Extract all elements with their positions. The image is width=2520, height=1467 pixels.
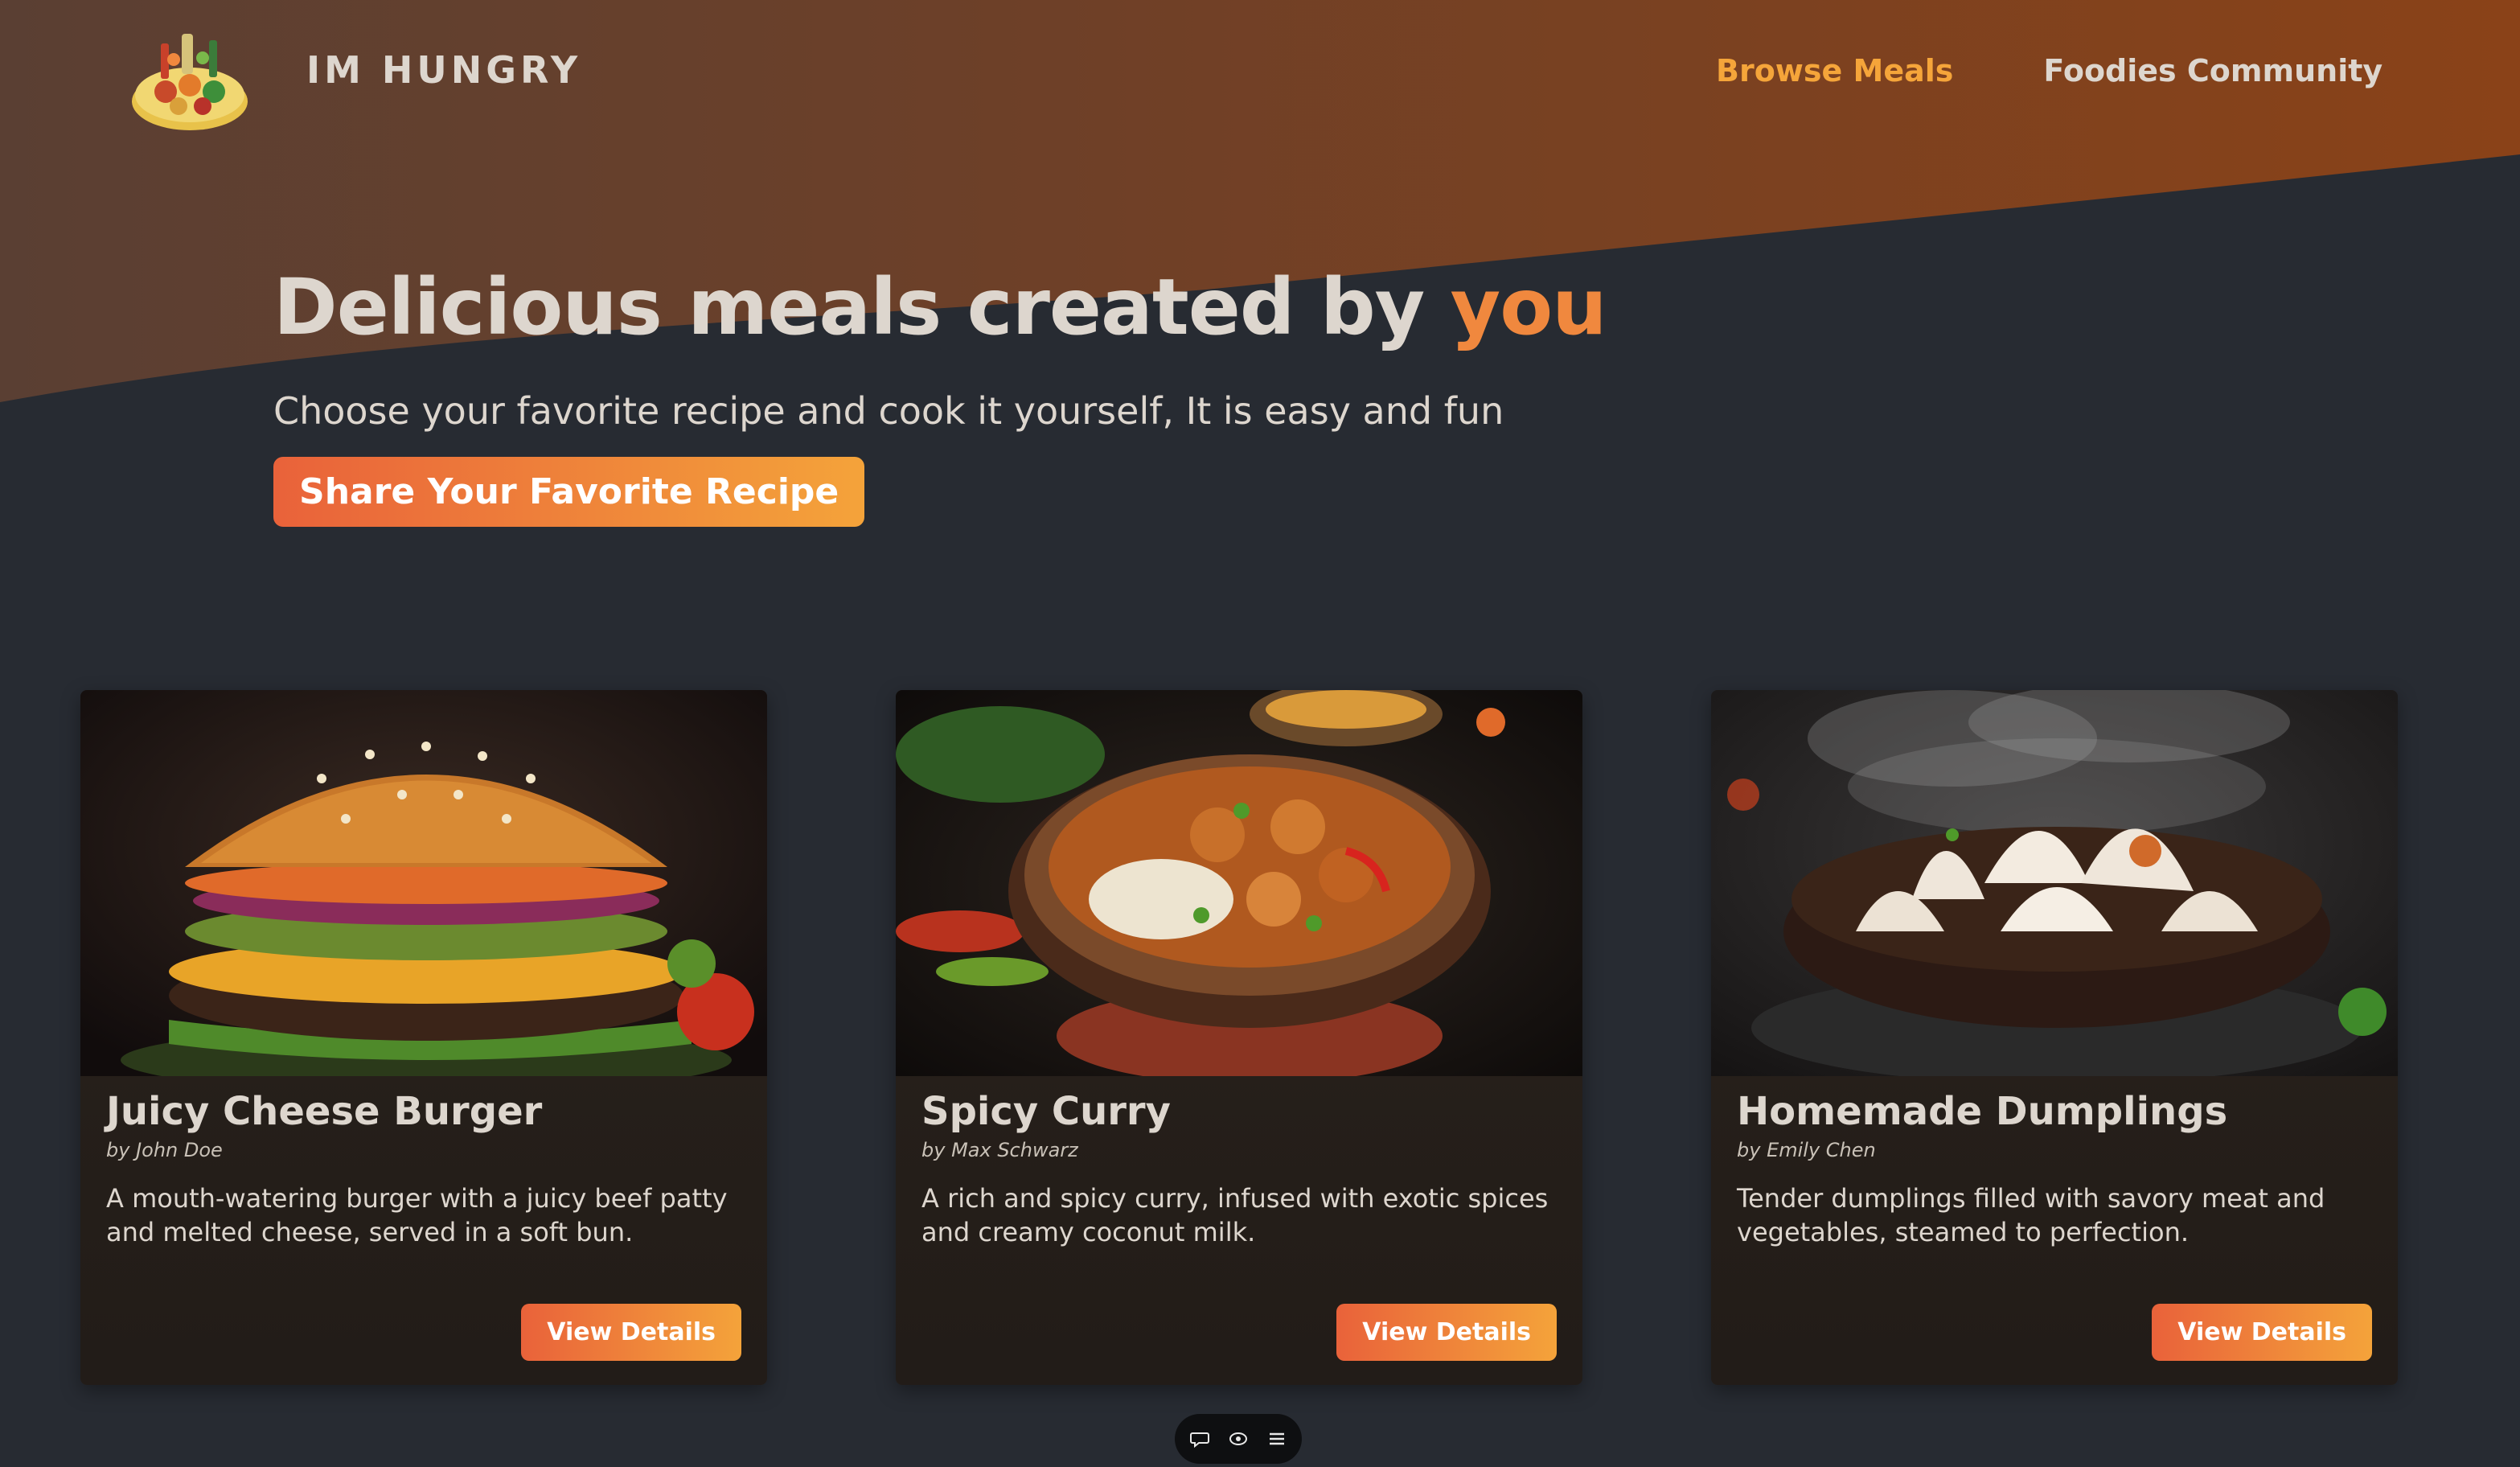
hero-subtitle: Choose your favorite recipe and cook it … — [273, 389, 1607, 433]
hero-title-main: Delicious meals created by — [273, 262, 1451, 352]
meal-author: by John Doe — [106, 1139, 767, 1161]
meal-author: by Max Schwarz — [921, 1139, 1582, 1161]
share-recipe-button[interactable]: Share Your Favorite Recipe — [273, 457, 864, 527]
meal-title: Homemade Dumplings — [1737, 1089, 2398, 1134]
meal-title: Juicy Cheese Burger — [106, 1089, 767, 1134]
meal-card-dumplings: Homemade Dumplings by Emily Chen Tender … — [1711, 690, 2398, 1385]
nav-browse-meals[interactable]: Browse Meals — [1716, 53, 1953, 88]
view-details-button[interactable]: View Details — [1336, 1304, 1557, 1361]
menu-icon[interactable] — [1266, 1428, 1287, 1449]
food-platter-icon — [125, 11, 254, 140]
burger-image-graphic — [80, 690, 767, 1076]
meals-grid: Juicy Cheese Burger by John Doe A mouth-… — [80, 690, 2398, 1385]
hero-title: Delicious meals created by you — [273, 265, 1607, 351]
curry-image-graphic — [896, 690, 1582, 1076]
burger-image[interactable] — [80, 690, 767, 1076]
curry-image[interactable] — [896, 690, 1582, 1076]
logo-link[interactable] — [125, 11, 254, 140]
nav-foodies-community[interactable]: Foodies Community — [2043, 53, 2383, 88]
floating-toolbar — [1175, 1414, 1302, 1464]
hero-title-accent: you — [1451, 262, 1607, 352]
eye-icon[interactable] — [1228, 1428, 1249, 1449]
meal-description: Tender dumplings filled with savory meat… — [1737, 1182, 2372, 1249]
meal-card-burger: Juicy Cheese Burger by John Doe A mouth-… — [80, 690, 767, 1385]
hero-section: Delicious meals created by you Choose yo… — [273, 265, 1607, 527]
brand-title: IM HUNGRY — [306, 48, 581, 92]
view-details-button[interactable]: View Details — [2152, 1304, 2372, 1361]
meal-card-curry: Spicy Curry by Max Schwarz A rich and sp… — [896, 690, 1582, 1385]
meal-author: by Emily Chen — [1737, 1139, 2398, 1161]
main-nav: Browse Meals Foodies Community — [1716, 53, 2383, 88]
dumplings-image-graphic — [1711, 690, 2398, 1076]
dumplings-image[interactable] — [1711, 690, 2398, 1076]
meal-description: A mouth-watering burger with a juicy bee… — [106, 1182, 741, 1249]
meal-description: A rich and spicy curry, infused with exo… — [921, 1182, 1557, 1249]
chat-icon[interactable] — [1189, 1428, 1210, 1449]
view-details-button[interactable]: View Details — [521, 1304, 741, 1361]
meal-title: Spicy Curry — [921, 1089, 1582, 1134]
site-header: IM HUNGRY Browse Meals Foodies Community — [0, 0, 2520, 145]
